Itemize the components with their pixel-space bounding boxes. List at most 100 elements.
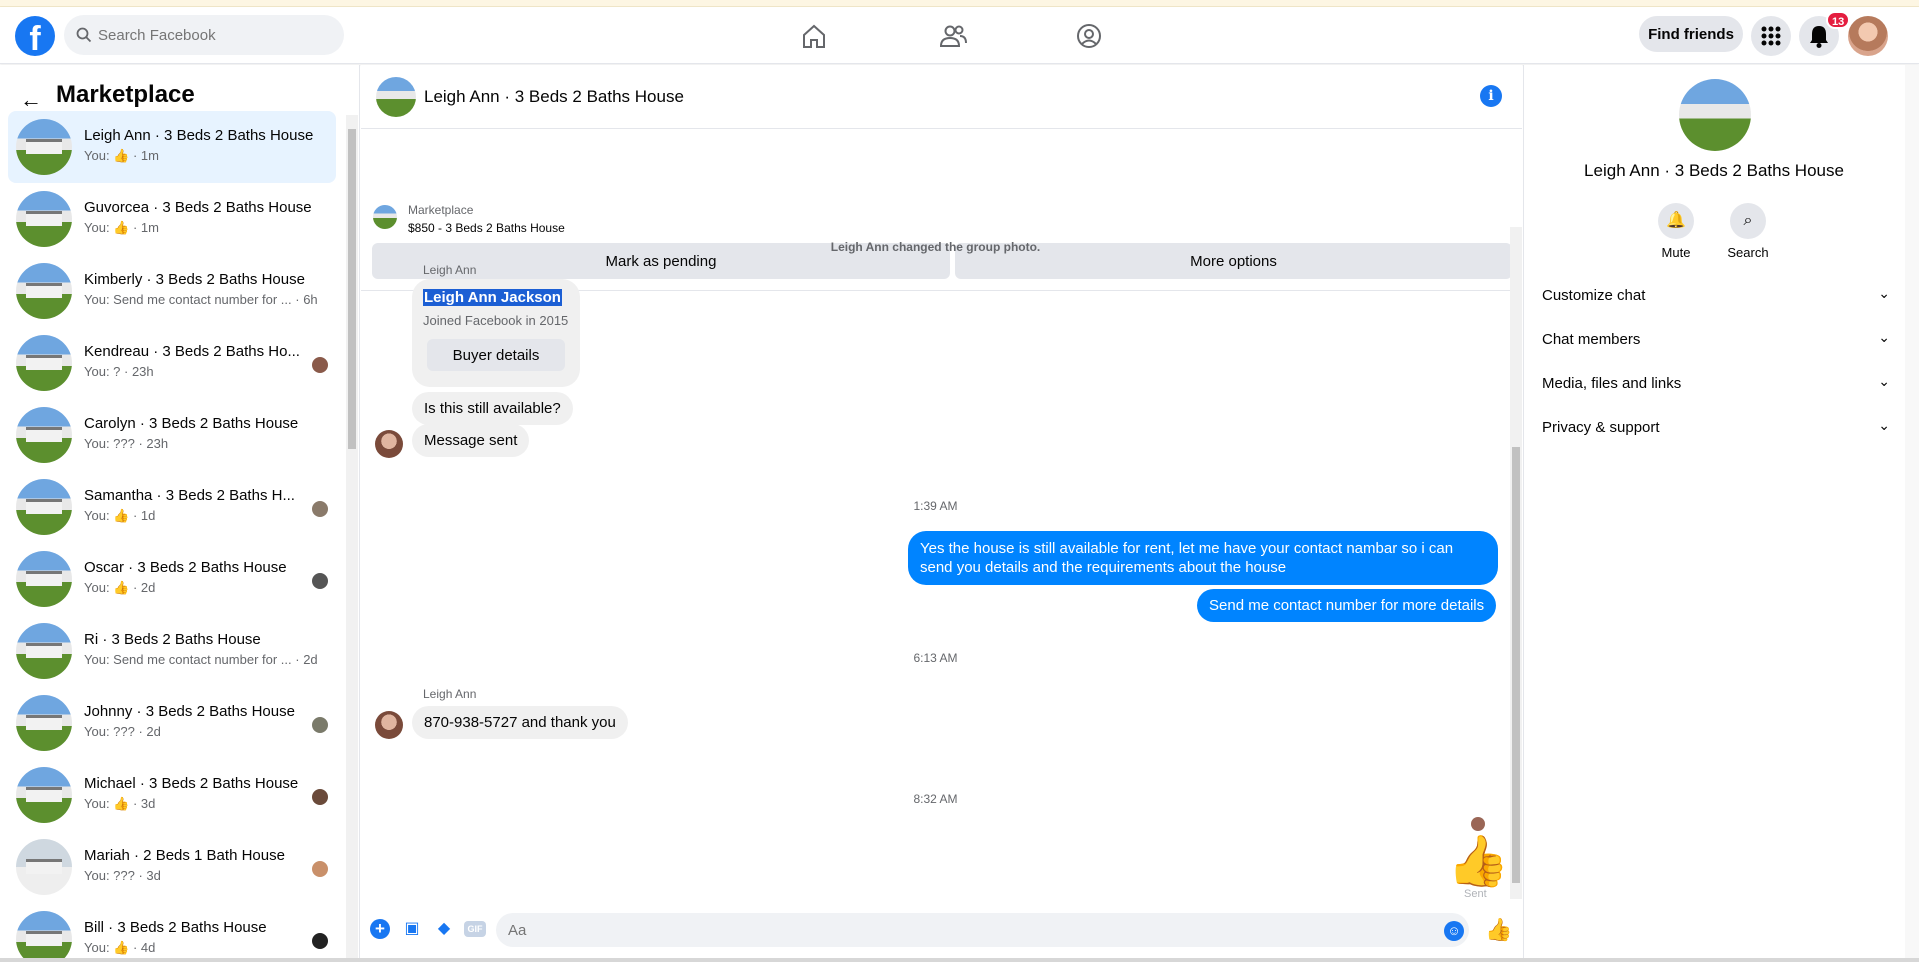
marketplace-sidebar: ← Marketplace Leigh Ann · 3 Beds 2 Baths… xyxy=(0,65,360,962)
browser-top-strip xyxy=(0,0,1919,7)
conversation-preview: You: ? · 23h xyxy=(84,364,154,379)
incoming-message[interactable]: Message sent xyxy=(412,424,530,457)
listing-thumbnail xyxy=(16,767,72,823)
listing-thumbnail xyxy=(16,839,72,895)
conversation-preview: You: 👍 · 3d xyxy=(84,796,156,811)
emoji-icon[interactable]: ☺ xyxy=(1444,921,1464,941)
chat-header: Leigh Ann · 3 Beds 2 Baths House i xyxy=(361,65,1522,129)
info-icon[interactable]: i xyxy=(1480,85,1502,107)
chat-scrollbar[interactable] xyxy=(1510,227,1522,899)
conversation-list: Leigh Ann · 3 Beds 2 Baths House You: 👍 ·… xyxy=(8,111,336,962)
sender-name: Leigh Ann xyxy=(423,687,477,701)
sender-avatar[interactable] xyxy=(375,711,403,739)
conversation-name: Kendreau · 3 Beds 2 Baths Ho... xyxy=(84,343,300,360)
conversation-item[interactable]: Oscar · 3 Beds 2 Baths House You: 👍 · 2d xyxy=(8,543,336,615)
section-label: Media, files and links xyxy=(1542,375,1682,392)
conversation-item[interactable]: Ri · 3 Beds 2 Baths House You: Send me co… xyxy=(8,615,336,687)
groups-icon[interactable] xyxy=(1074,21,1104,51)
sent-status: Sent xyxy=(1464,888,1487,897)
conversation-preview: You: 👍 · 1d xyxy=(84,508,156,523)
like-send-icon[interactable]: 👍 xyxy=(1485,917,1512,943)
buyer-profile-card: Leigh Ann Jackson Joined Facebook in 201… xyxy=(412,279,580,387)
conversation-item[interactable]: Guvorcea · 3 Beds 2 Baths House You: 👍 · … xyxy=(8,183,336,255)
conversation-preview: You: Send me contact number for ... · 2d xyxy=(84,652,318,667)
scrollbar-thumb[interactable] xyxy=(1512,447,1520,883)
conversation-preview: You: ??? · 23h xyxy=(84,436,169,451)
sidebar-scrollbar[interactable] xyxy=(346,115,358,962)
outgoing-message[interactable]: Send me contact number for more details xyxy=(1197,589,1497,622)
find-friends-button[interactable]: Find friends xyxy=(1639,16,1743,52)
listing-thumbnail xyxy=(16,695,72,751)
conversation-preview: You: 👍 · 4d xyxy=(84,940,156,955)
conversation-item[interactable]: Kimberly · 3 Beds 2 Baths House You: Send… xyxy=(8,255,336,327)
buyer-details-button[interactable]: Buyer details xyxy=(427,339,565,371)
friends-icon[interactable] xyxy=(938,21,968,51)
buyer-joined: Joined Facebook in 2015 xyxy=(423,313,569,328)
seen-avatar xyxy=(312,357,328,373)
conversation-item[interactable]: Michael · 3 Beds 2 Baths House You: 👍 · 3… xyxy=(8,759,336,831)
conversation-item[interactable]: Carolyn · 3 Beds 2 Baths House You: ??? ·… xyxy=(8,399,336,471)
buyer-name[interactable]: Leigh Ann Jackson xyxy=(423,289,562,306)
chat-members-section[interactable]: Chat members ⌄ xyxy=(1540,321,1890,361)
conversation-item[interactable]: Bill · 3 Beds 2 Baths House You: 👍 · 4d xyxy=(8,903,336,962)
mute-label: Mute xyxy=(1661,245,1691,260)
media-files-links-section[interactable]: Media, files and links ⌄ xyxy=(1540,365,1890,405)
marketplace-label: Marketplace xyxy=(408,203,474,217)
privacy-support-section[interactable]: Privacy & support ⌄ xyxy=(1540,409,1890,449)
timestamp: 1:39 AM xyxy=(913,499,958,513)
search-box[interactable] xyxy=(64,15,344,55)
chevron-down-icon: ⌄ xyxy=(1878,417,1890,433)
incoming-message[interactable]: 870-938-5727 and thank you xyxy=(412,706,628,739)
sender-avatar[interactable] xyxy=(375,430,403,458)
listing-thumbnail xyxy=(16,191,72,247)
incoming-message[interactable]: Is this still available? xyxy=(412,392,573,425)
listing-thumbnail xyxy=(16,335,72,391)
profile-avatar[interactable] xyxy=(1848,16,1888,56)
back-arrow-icon[interactable]: ← xyxy=(20,87,42,113)
sender-name: Leigh Ann xyxy=(423,263,477,277)
timestamp: 6:13 AM xyxy=(913,651,958,665)
conversation-item[interactable]: Kendreau · 3 Beds 2 Baths Ho... You: ? · … xyxy=(8,327,336,399)
seen-avatar xyxy=(312,501,328,517)
listing-thumbnail xyxy=(16,263,72,319)
chat-avatar[interactable] xyxy=(376,77,416,117)
search-input[interactable] xyxy=(98,15,328,55)
listing-thumbnail xyxy=(16,551,72,607)
menu-button[interactable] xyxy=(1751,16,1791,56)
conversation-item[interactable]: Johnny · 3 Beds 2 Baths House You: ??? · … xyxy=(8,687,336,759)
conversation-preview: You: 👍 · 1m xyxy=(84,220,159,235)
photo-icon[interactable]: ▣ xyxy=(402,919,422,939)
conversation-preview: You: ??? · 2d xyxy=(84,724,161,739)
read-receipt-avatar xyxy=(1471,817,1485,831)
listing-thumbnail[interactable] xyxy=(373,205,397,229)
home-icon[interactable] xyxy=(799,21,829,51)
facebook-logo[interactable]: f xyxy=(15,16,55,56)
conversation-item[interactable]: Mariah · 2 Beds 1 Bath House You: ??? · 3… xyxy=(8,831,336,903)
top-navigation-bar: f Find friends 13 xyxy=(0,7,1919,64)
conversation-preview: You: 👍 · 1m xyxy=(84,148,159,163)
conversation-item[interactable]: Leigh Ann · 3 Beds 2 Baths House You: 👍 ·… xyxy=(8,111,336,183)
search-action[interactable]: ⌕ Search xyxy=(1718,203,1778,260)
details-title: Leigh Ann · 3 Beds 2 Baths House xyxy=(1584,161,1844,180)
gif-icon[interactable]: GIF xyxy=(464,921,486,937)
chat-title[interactable]: Leigh Ann · 3 Beds 2 Baths House xyxy=(424,87,684,107)
search-icon: ⌕ xyxy=(1730,203,1766,239)
system-message: Leigh Ann changed the group photo. xyxy=(830,240,1041,254)
timestamp: 8:32 AM xyxy=(913,792,958,806)
outgoing-message[interactable]: Yes the house is still available for ren… xyxy=(908,531,1498,585)
seen-avatar xyxy=(312,789,328,805)
thumbs-up-icon[interactable]: 👍 xyxy=(1447,832,1509,891)
message-input[interactable] xyxy=(496,913,1469,947)
message-composer: + ▣ ◆ GIF ☺ 👍 xyxy=(361,899,1522,962)
search-icon xyxy=(76,27,92,43)
conversation-name: Mariah · 2 Beds 1 Bath House xyxy=(84,847,285,864)
chat-profile-avatar[interactable] xyxy=(1679,79,1751,151)
scrollbar-thumb[interactable] xyxy=(348,129,356,449)
sticker-icon[interactable]: ◆ xyxy=(434,919,454,939)
plus-icon[interactable]: + xyxy=(370,919,390,939)
mute-action[interactable]: 🔔 Mute xyxy=(1646,203,1706,260)
conversation-preview: You: 👍 · 2d xyxy=(84,580,156,595)
conversation-item[interactable]: Samantha · 3 Beds 2 Baths H... You: 👍 · 1… xyxy=(8,471,336,543)
page-right-edge xyxy=(1905,65,1919,962)
customize-chat-section[interactable]: Customize chat ⌄ xyxy=(1540,277,1890,317)
